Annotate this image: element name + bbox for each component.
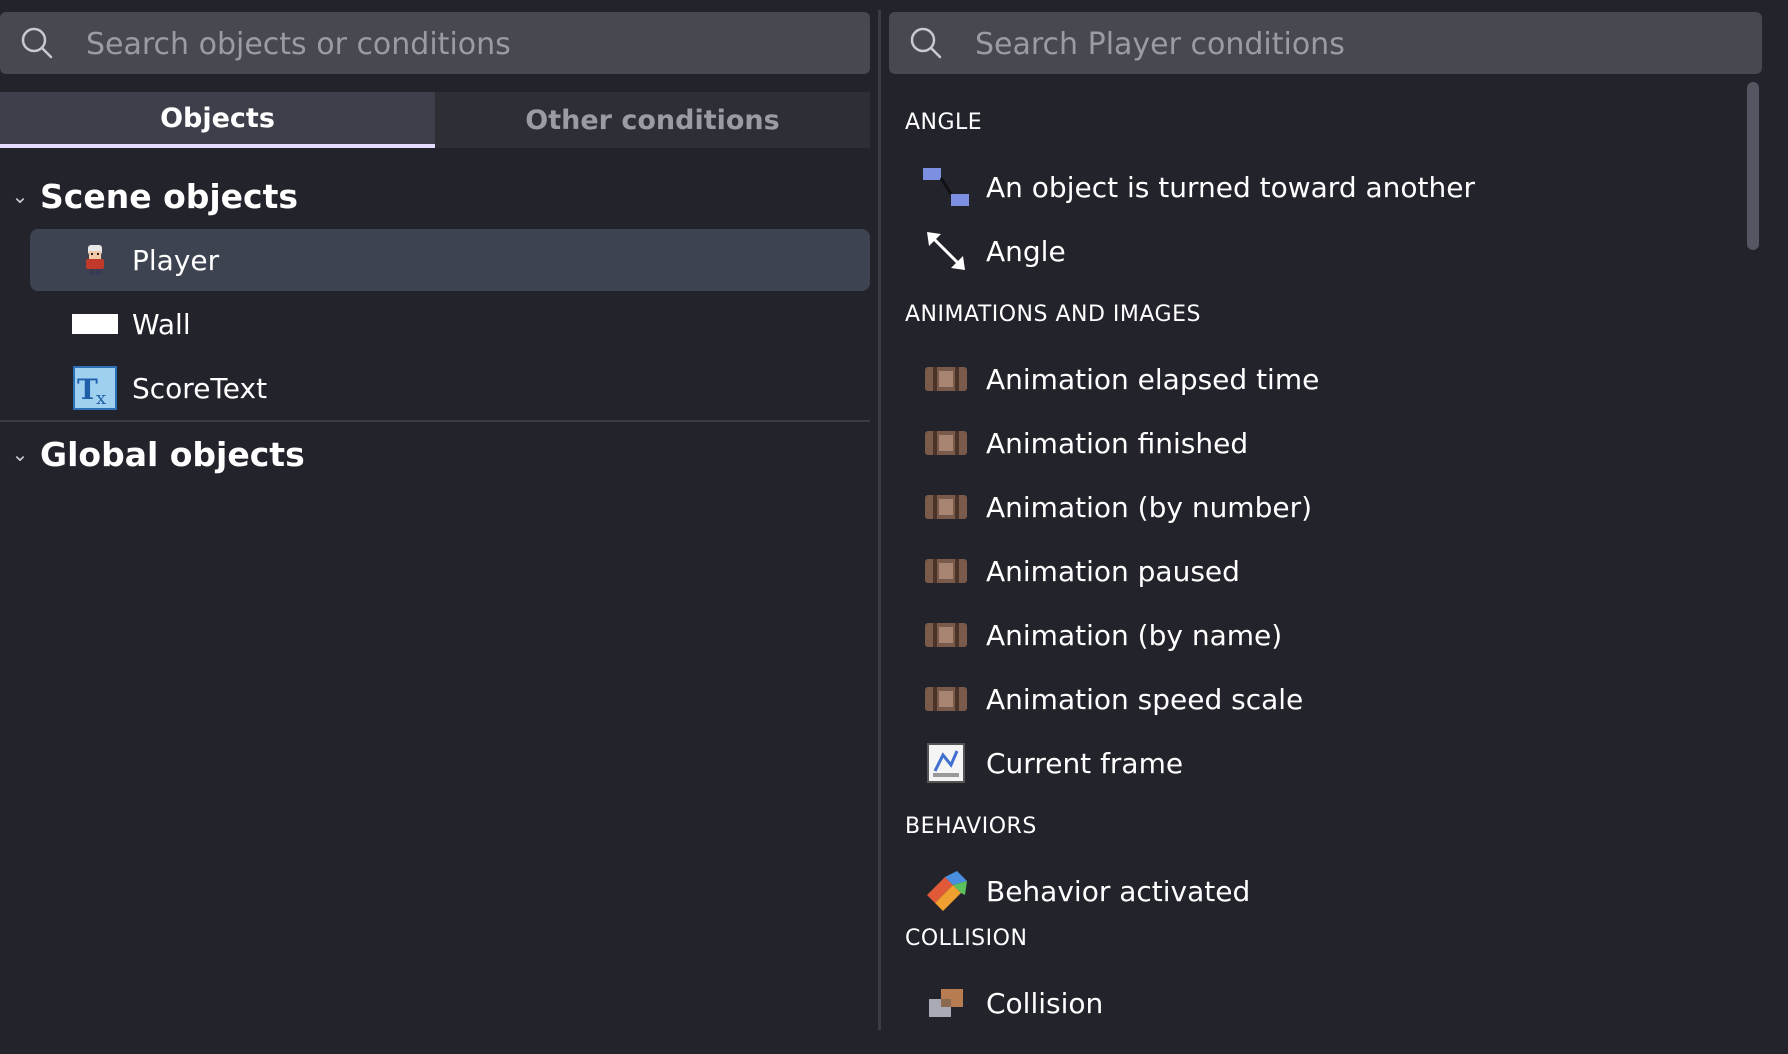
scene-objects-header[interactable]: ⌄ Scene objects — [0, 166, 870, 226]
film-icon — [921, 674, 971, 724]
condition-label: Angle — [986, 234, 1066, 268]
text-object-icon: T x — [72, 365, 118, 411]
angle-arrow-icon — [921, 226, 971, 276]
condition-animation-by-number[interactable]: Animation (by number) — [889, 476, 1729, 538]
current-frame-icon — [921, 738, 971, 788]
film-icon — [921, 610, 971, 660]
panel-resize-handle[interactable] — [878, 10, 881, 1030]
objects-panel: Objects Other conditions ⌄ Scene objects… — [0, 0, 870, 1054]
condition-label: Animation elapsed time — [986, 362, 1320, 396]
object-item-scoretext[interactable]: T x ScoreText — [30, 357, 870, 419]
condition-label: Animation (by number) — [986, 490, 1313, 524]
condition-collision[interactable]: Collision — [889, 972, 1729, 1034]
category-behaviors: BEHAVIORS — [905, 814, 1037, 839]
objects-search-input[interactable] — [84, 12, 860, 76]
search-icon — [21, 27, 53, 59]
turned-toward-icon — [921, 162, 971, 212]
condition-label: An object is turned toward another — [986, 170, 1476, 204]
condition-label: Current frame — [986, 746, 1184, 780]
condition-angle[interactable]: Angle — [889, 220, 1729, 282]
search-icon — [910, 27, 942, 59]
chevron-down-icon[interactable]: ⌄ — [0, 442, 40, 466]
condition-label: Collision — [986, 986, 1104, 1020]
chevron-down-icon[interactable]: ⌄ — [0, 184, 40, 208]
divider — [0, 420, 870, 422]
category-angle: ANGLE — [905, 110, 983, 135]
collision-icon — [921, 978, 971, 1028]
condition-label: Animation paused — [986, 554, 1240, 588]
category-animations-and-images: ANIMATIONS AND IMAGES — [905, 302, 1201, 327]
condition-label: Animation finished — [986, 426, 1249, 460]
objects-search-bar[interactable] — [0, 12, 870, 76]
object-label: ScoreText — [132, 371, 268, 405]
condition-animation-speed-scale[interactable]: Animation speed scale — [889, 668, 1729, 730]
condition-label: Behavior activated — [986, 874, 1251, 908]
film-icon — [921, 354, 971, 404]
condition-label: Animation speed scale — [986, 682, 1304, 716]
object-tabs: Objects Other conditions — [0, 92, 870, 148]
condition-animation-finished[interactable]: Animation finished — [889, 412, 1729, 474]
conditions-search-bar[interactable] — [889, 12, 1762, 76]
condition-animation-elapsed-time[interactable]: Animation elapsed time — [889, 348, 1729, 410]
film-icon — [921, 418, 971, 468]
condition-behavior-activated[interactable]: Behavior activated — [889, 860, 1729, 922]
object-label: Wall — [132, 307, 191, 341]
category-collision: COLLISION — [905, 926, 1028, 951]
condition-current-frame[interactable]: Current frame — [889, 732, 1729, 794]
tab-objects[interactable]: Objects — [0, 92, 435, 148]
film-icon — [921, 482, 971, 532]
object-item-wall[interactable]: Wall — [30, 293, 870, 355]
player-sprite-icon — [72, 237, 118, 283]
conditions-panel: ANGLE An object is turned toward another… — [889, 0, 1788, 1054]
global-objects-header[interactable]: ⌄ Global objects — [0, 424, 870, 484]
tab-other-conditions[interactable]: Other conditions — [435, 92, 870, 148]
object-label: Player — [132, 243, 220, 277]
condition-animation-by-name[interactable]: Animation (by name) — [889, 604, 1729, 666]
svg-text:x: x — [96, 388, 106, 409]
condition-turned-toward[interactable]: An object is turned toward another — [889, 156, 1729, 218]
behavior-icon — [921, 866, 971, 916]
wall-rectangle-icon — [72, 301, 118, 347]
conditions-search-input[interactable] — [973, 12, 1752, 76]
scene-objects-title: Scene objects — [40, 176, 299, 216]
svg-text:T: T — [77, 373, 98, 406]
conditions-scrollbar[interactable] — [1747, 82, 1759, 250]
condition-label: Animation (by name) — [986, 618, 1283, 652]
conditions-list[interactable]: ANGLE An object is turned toward another… — [889, 78, 1749, 1038]
condition-animation-paused[interactable]: Animation paused — [889, 540, 1729, 602]
global-objects-title: Global objects — [40, 434, 305, 474]
film-icon — [921, 546, 971, 596]
object-item-player[interactable]: Player — [30, 229, 870, 291]
